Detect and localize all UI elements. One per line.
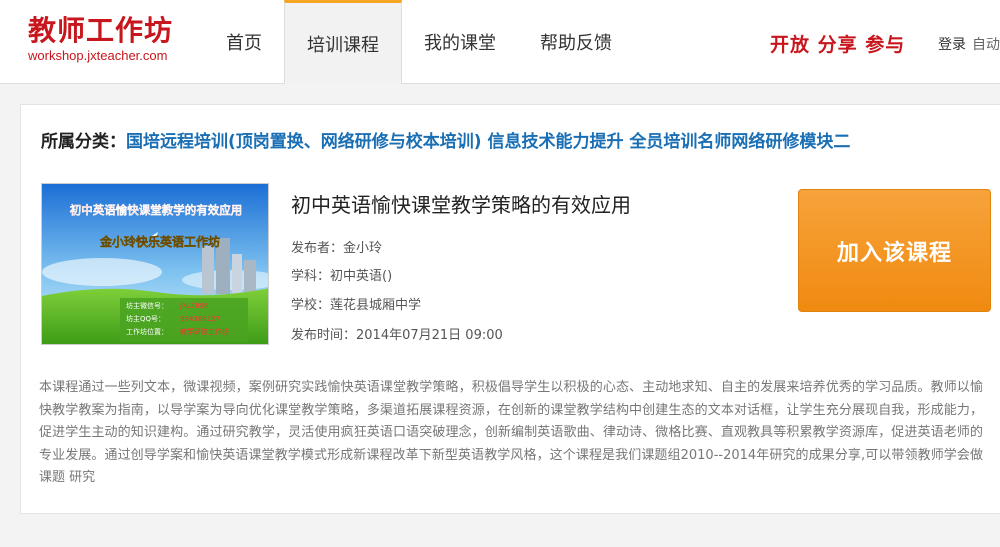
cover-subtitle: 金小玲快乐英语工作坊 [99, 234, 220, 249]
category-link[interactable]: 国培远程培训(顶岗置换、网络研修与校本培训) 信息技术能力提升 全员培训名师网络… [126, 132, 850, 152]
course-school: 学校：莲花县城厢中学 [291, 298, 422, 313]
site-slogan: 开放 分享 参与 [770, 34, 906, 56]
nav-help-feedback[interactable]: 帮助反馈 [518, 0, 634, 84]
site-header: 教师工作坊 workshop.jxteacher.com 首页 培训课程 我的课… [0, 0, 1000, 84]
cover-wechat-label: 坊主微信号： [126, 301, 168, 310]
cover-location-value: 教学研修工作坊 [180, 327, 229, 336]
join-course-button[interactable]: 加入该课程 [798, 189, 991, 312]
logo-title: 教师工作坊 [28, 14, 174, 47]
cover-location-label: 工作坊位置： [126, 327, 168, 336]
nav-home[interactable]: 首页 [204, 0, 284, 84]
site-logo[interactable]: 教师工作坊 workshop.jxteacher.com [28, 14, 173, 64]
course-subject: 学科：初中英语() [291, 269, 393, 284]
login-area: 登录 自动 [938, 34, 1000, 54]
logo-url: workshop.jxteacher.com [28, 48, 168, 63]
course-description: 本课程通过一些列文本，微课视频，案例研究实践愉快英语课堂教学策略，积极倡导学生以… [39, 380, 983, 485]
cover-wechat-value: JXL7896 [179, 302, 209, 310]
cover-qq-value: 984388127 [180, 315, 220, 323]
nav-my-classroom[interactable]: 我的课堂 [402, 0, 518, 84]
course-publisher: 发布者：金小玲 [291, 241, 383, 256]
cover-illustration: 初中英语愉快课堂教学的有效应用 金小玲快乐英语工作坊 坊主微信号： JXL789… [42, 184, 268, 344]
login-link[interactable]: 登录 [938, 37, 966, 53]
course-publish-time: 发布时间：2014年07月21日 09:00 [291, 328, 503, 343]
cover-title: 初中英语愉快课堂教学的有效应用 [70, 203, 243, 217]
course-title: 初中英语愉快课堂教学策略的有效应用 [291, 193, 631, 217]
course-category: 所属分类：国培远程培训(顶岗置换、网络研修与校本培训) 信息技术能力提升 全员培… [41, 127, 850, 152]
main-nav: 首页 培训课程 我的课堂 帮助反馈 [204, 0, 634, 84]
cover-qq-label: 坊主QQ号： [126, 314, 165, 323]
nav-training-courses[interactable]: 培训课程 [284, 0, 402, 84]
category-label: 所属分类： [41, 132, 126, 152]
course-card: 所属分类：国培远程培训(顶岗置换、网络研修与校本培训) 信息技术能力提升 全员培… [20, 104, 1000, 514]
auto-login-label[interactable]: 自动 [972, 37, 1000, 53]
course-cover-image[interactable]: 初中英语愉快课堂教学的有效应用 金小玲快乐英语工作坊 坊主微信号： JXL789… [41, 183, 269, 345]
